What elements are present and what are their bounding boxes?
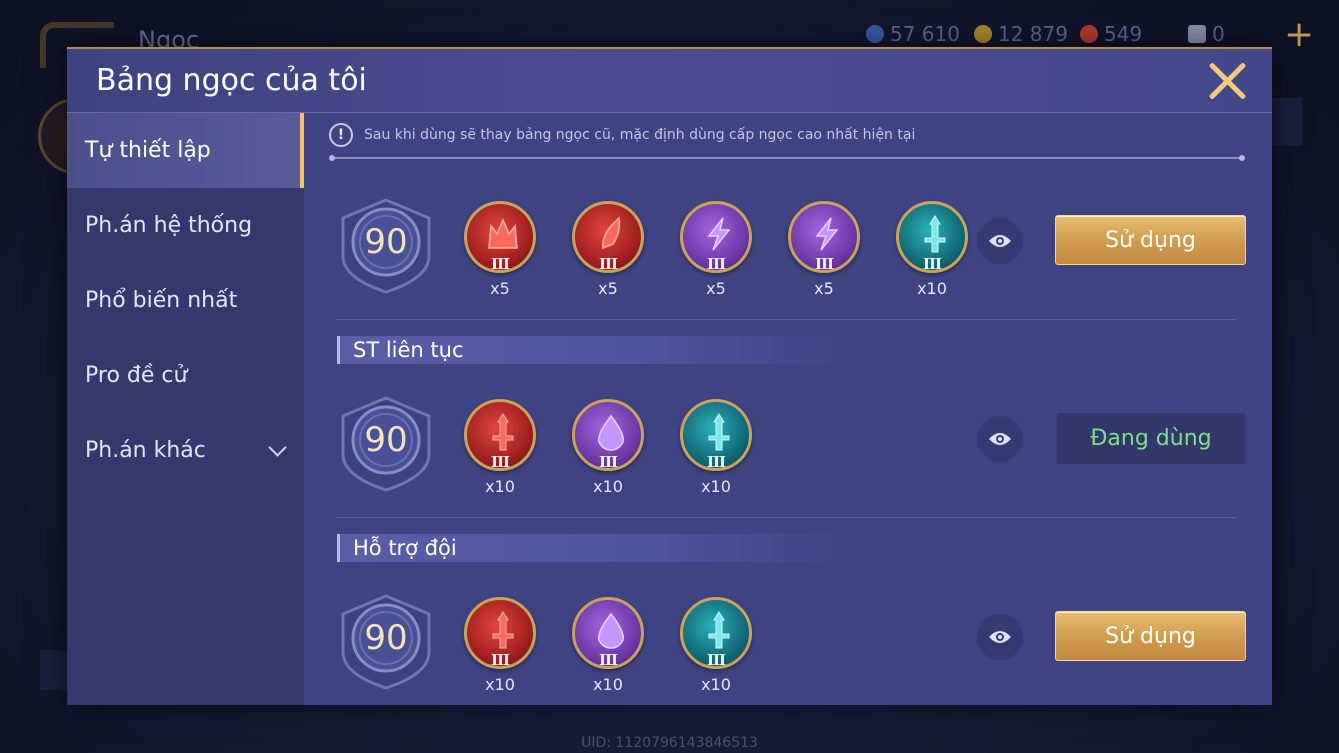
resource-voucher-value: 12 879 [998,22,1068,46]
preview-eye-button[interactable] [977,614,1023,660]
page-name-bar: Hỗ trợ đội [337,534,857,562]
gold-coin-icon [866,25,884,43]
close-button[interactable] [1207,61,1247,101]
sidebar-item-custom[interactable]: Tự thiết lập [67,113,304,188]
eye-icon [989,433,1011,445]
dialog-header: Bảng ngọc của tôi [67,47,1272,113]
rune-page: 90 III x10 III x10 III [304,396,1272,526]
resource-gold-value: 57 610 [890,22,960,46]
notice-divider [329,155,1245,161]
gem-tier: III [490,651,510,669]
rune-page: 90 III x10 III x10 III [304,594,1272,705]
level-value: 90 [364,420,408,460]
gem-count: x10 [593,675,623,694]
eye-icon [989,631,1011,643]
rune-gem[interactable]: III x5 [572,201,648,301]
notice-banner: ! Sau khi dùng sẽ thay bảng ngọc cũ, mặc… [329,122,915,148]
sidebar-item-label: Phổ biến nhất [85,288,238,313]
resource-gems: 549 [1080,22,1142,46]
gem-count: x10 [593,477,623,496]
page-name-bar: ST liên tục [337,336,857,364]
sidebar: Tự thiết lập Ph.án hệ thống Phổ biến nhấ… [67,113,304,705]
gem-tier: III [706,453,726,471]
rune-gem[interactable]: III x10 [896,201,972,301]
gem-tier: III [706,651,726,669]
resource-voucher: 12 879 [974,22,1068,46]
gem-count: x5 [706,279,726,298]
level-badge: 90 [341,594,431,690]
add-resource-plus-icon: + [1284,14,1315,55]
preview-eye-button[interactable] [977,416,1023,462]
notice-text: Sau khi dùng sẽ thay bảng ngọc cũ, mặc đ… [364,127,916,143]
rune-pages-list[interactable]: ! Sau khi dùng sẽ thay bảng ngọc cũ, mặc… [304,113,1272,705]
gem-tier: III [598,453,618,471]
gem-tier: III [706,255,726,273]
in-use-status: Đang dùng [1057,413,1245,464]
sidebar-item-label: Tự thiết lập [85,138,211,163]
sidebar-item-other-plans[interactable]: Ph.án khác [67,413,304,488]
rune-gem[interactable]: III x10 [680,597,756,697]
sidebar-item-most-popular[interactable]: Phổ biến nhất [67,263,304,338]
level-badge: 90 [341,198,431,294]
gem-currency-icon [1080,25,1098,43]
sidebar-item-label: Ph.án khác [85,438,206,463]
gem-count: x5 [490,279,510,298]
sidebar-item-label: Ph.án hệ thống [85,213,253,238]
rune-gem[interactable]: III x10 [680,399,756,499]
use-page-button[interactable]: Sử dụng [1055,611,1246,661]
rune-gem[interactable]: III x5 [464,201,540,301]
voucher-coin-icon [974,25,992,43]
gem-tier: III [922,255,942,273]
page-name: ST liên tục [353,338,464,362]
page-name: Hỗ trợ đội [353,536,457,560]
gem-count: x10 [485,675,515,694]
sidebar-item-pro-recommended[interactable]: Pro đề cử [67,338,304,413]
background-panel-left [40,650,68,690]
level-badge: 90 [341,396,431,492]
resource-gold: 57 610 [866,22,960,46]
sidebar-item-label: Pro đề cử [85,363,188,388]
level-value: 90 [364,618,408,658]
sidebar-item-system-plan[interactable]: Ph.án hệ thống [67,188,304,263]
gem-count: x10 [701,675,731,694]
gem-count: x10 [485,477,515,496]
uid-label: UID: 1120796143846513 [581,735,758,751]
resource-gems-value: 549 [1104,22,1143,46]
gem-tier: III [598,651,618,669]
card-icon [1188,25,1206,43]
rune-gem[interactable]: III x10 [572,597,648,697]
gem-count: x10 [701,477,731,496]
rune-page: 90 III x5 III x5 III x5 III x5 III x10 S… [304,198,1272,328]
rune-page-dialog: Bảng ngọc của tôi Tự thiết lập Ph.án hệ … [67,47,1272,705]
resource-cards: 0 [1188,22,1225,46]
page-divider [336,517,1236,518]
gem-count: x5 [598,279,618,298]
use-page-button[interactable]: Sử dụng [1055,215,1246,265]
info-icon: ! [329,123,353,147]
preview-eye-button[interactable] [977,218,1023,264]
gem-tier: III [598,255,618,273]
gem-tier: III [490,453,510,471]
rune-gem[interactable]: III x10 [464,399,540,499]
rune-gem[interactable]: III x10 [464,597,540,697]
background-panel [1272,98,1302,146]
rune-gem[interactable]: III x5 [680,201,756,301]
gem-count: x5 [814,279,834,298]
gem-tier: III [490,255,510,273]
resource-cards-value: 0 [1212,22,1225,46]
rune-gem[interactable]: III x5 [788,201,864,301]
page-divider [336,319,1236,320]
level-value: 90 [364,222,408,262]
chevron-down-icon [268,438,287,457]
dialog-title: Bảng ngọc của tôi [96,63,367,98]
gem-tier: III [814,255,834,273]
eye-icon [989,235,1011,247]
gem-count: x10 [917,279,947,298]
rune-gem[interactable]: III x10 [572,399,648,499]
